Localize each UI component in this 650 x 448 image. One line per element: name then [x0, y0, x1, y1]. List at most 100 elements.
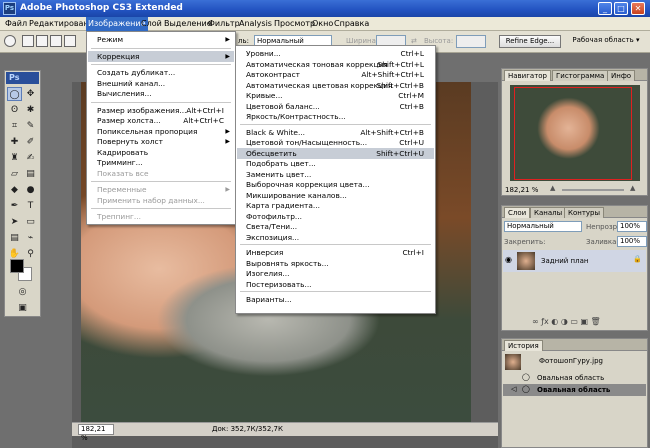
minimize-button[interactable]: _: [598, 2, 612, 15]
type-tool-icon[interactable]: T: [23, 199, 38, 213]
magic-wand-tool-icon[interactable]: ✱: [23, 103, 38, 117]
lasso-tool-icon[interactable]: ʘ: [7, 103, 22, 117]
correction-menu-item[interactable]: Выборочная коррекция цвета...: [237, 179, 434, 190]
menu-analysis[interactable]: Analysis: [237, 17, 274, 31]
correction-menu-item[interactable]: Цветовой тон/Насыщенность... Ctrl+U: [237, 137, 434, 148]
screen-mode-icon[interactable]: ▣: [15, 301, 30, 315]
notes-tool-icon[interactable]: ▤: [7, 231, 22, 245]
image-menu-item[interactable]: Внешний канал...: [88, 78, 234, 89]
correction-menu-item[interactable]: Уровни... Ctrl+L: [237, 48, 434, 59]
correction-menu-item[interactable]: Выровнять яркость...: [237, 258, 434, 269]
correction-menu-item-shortcut: Alt+Shift+Ctrl+L: [361, 70, 424, 79]
eyedropper-tool-icon[interactable]: ⌁: [23, 231, 38, 245]
workspace-button[interactable]: Рабочая область ▾: [571, 35, 641, 48]
history-snapshot[interactable]: ФотошопГуру.jpg: [503, 353, 646, 371]
clone-stamp-icon[interactable]: ♜: [7, 151, 22, 165]
menu-layer[interactable]: Слой: [139, 17, 164, 31]
correction-menu-item[interactable]: Яркость/Контрастность...: [237, 111, 434, 122]
tab-info[interactable]: Инфо: [607, 70, 636, 81]
opacity-input[interactable]: 100%: [617, 221, 647, 232]
correction-menu-item[interactable]: Кривые... Ctrl+M: [237, 90, 434, 101]
image-menu-item[interactable]: Размер холста... Alt+Ctrl+C: [88, 115, 234, 126]
fill-input[interactable]: 100%: [617, 236, 647, 247]
blur-tool-icon[interactable]: ◆: [7, 183, 22, 197]
zoom-out-icon[interactable]: ▲: [550, 184, 555, 192]
swap-icon[interactable]: ⇄: [411, 37, 417, 45]
layers-bottom-icons[interactable]: ∞ ƒx ◐ ◑ ▭ ▣ 🗑: [532, 317, 601, 326]
navigator-zoom-slider[interactable]: [562, 189, 624, 191]
blend-mode-select[interactable]: Нормальный: [504, 221, 582, 232]
history-brush-icon[interactable]: ✍: [23, 151, 38, 165]
restore-button[interactable]: □: [614, 2, 628, 15]
intersect-selection-icon[interactable]: [64, 35, 76, 47]
tab-paths[interactable]: Контуры: [564, 207, 605, 218]
image-menu-item[interactable]: Коррекция ▶: [88, 50, 234, 62]
dodge-tool-icon[interactable]: ●: [23, 183, 38, 197]
correction-menu-item[interactable]: Экспозиция...: [237, 232, 434, 243]
image-menu-item[interactable]: Тримминг...: [88, 157, 234, 168]
slice-tool-icon[interactable]: ✎: [23, 119, 38, 133]
image-menu-item[interactable]: Попиксельная пропорция ▶: [88, 126, 234, 137]
image-menu-item[interactable]: Размер изображения... Alt+Ctrl+I: [88, 105, 234, 116]
ellipse-marquee-tool-icon[interactable]: ◯: [7, 87, 22, 101]
add-selection-icon[interactable]: [36, 35, 48, 47]
shape-tool-icon[interactable]: ▭: [23, 215, 38, 229]
navigator-thumbnail[interactable]: [510, 85, 640, 181]
crop-tool-icon[interactable]: ⌗: [7, 119, 22, 133]
menu-help[interactable]: Справка: [332, 17, 371, 31]
refine-edge-button[interactable]: Refine Edge...: [499, 35, 561, 48]
quick-mask-icon[interactable]: ◎: [15, 285, 30, 299]
path-select-icon[interactable]: ➤: [7, 215, 22, 229]
eye-icon[interactable]: ◉: [505, 255, 512, 264]
foreground-color-swatch[interactable]: [10, 259, 24, 273]
ellipse-marquee-icon[interactable]: [4, 35, 16, 47]
correction-menu-item[interactable]: Цветовой баланс... Ctrl+B: [237, 101, 434, 112]
healing-brush-icon[interactable]: ✚: [7, 135, 22, 149]
height-input[interactable]: [456, 35, 486, 48]
correction-menu-item[interactable]: Карта градиента...: [237, 200, 434, 211]
history-state-2[interactable]: ◁ ◯ Овальная область: [503, 384, 646, 396]
document-zoom-field[interactable]: 182,21 %: [78, 424, 114, 442]
subtract-selection-icon[interactable]: [50, 35, 62, 47]
image-menu-item[interactable]: Создать дубликат...: [88, 67, 234, 78]
tab-navigator[interactable]: Навигатор: [504, 70, 551, 81]
tab-history[interactable]: История: [504, 340, 543, 351]
correction-menu-item[interactable]: Black & White... Alt+Shift+Ctrl+B: [237, 127, 434, 138]
correction-menu-item[interactable]: Света/Тени...: [237, 221, 434, 232]
correction-menu-item[interactable]: Постеризовать...: [237, 279, 434, 290]
menu-separator: [91, 47, 231, 49]
image-menu-item[interactable]: Повернуть холст ▶: [88, 136, 234, 147]
correction-menu-item[interactable]: Автоматическая тоновая коррекция Shift+Ct…: [237, 59, 434, 70]
correction-menu-item[interactable]: Инверсия Ctrl+I: [237, 247, 434, 258]
image-menu-item[interactable]: Кадрировать: [88, 147, 234, 158]
correction-menu-item[interactable]: Фотофильтр...: [237, 211, 434, 222]
correction-menu-item[interactable]: Автоконтраст Alt+Shift+Ctrl+L: [237, 69, 434, 80]
correction-menu-item[interactable]: Заменить цвет...: [237, 169, 434, 180]
tab-channels[interactable]: Каналы: [530, 207, 567, 218]
menu-file[interactable]: Файл: [3, 17, 29, 31]
ellipse-icon: ◯: [522, 373, 530, 381]
tab-histogram[interactable]: Гистограмма: [552, 70, 609, 81]
brush-tool-icon[interactable]: ✐: [23, 135, 38, 149]
tab-layers[interactable]: Слои: [504, 207, 531, 218]
eraser-tool-icon[interactable]: ▱: [7, 167, 22, 181]
image-menu-item[interactable]: Режим ▶: [88, 34, 234, 45]
zoom-tool-icon[interactable]: ⚲: [23, 247, 38, 261]
layers-tabs: Слои Каналы Контуры: [502, 206, 647, 218]
move-tool-icon[interactable]: ✥: [23, 87, 38, 101]
new-selection-icon[interactable]: [22, 35, 34, 47]
pen-tool-icon[interactable]: ✒: [7, 199, 22, 213]
correction-menu-item[interactable]: Подобрать цвет...: [237, 158, 434, 169]
zoom-in-icon[interactable]: ▲: [630, 184, 635, 192]
close-button[interactable]: ✕: [631, 2, 645, 15]
correction-menu-item[interactable]: Микширование каналов...: [237, 190, 434, 201]
correction-menu-item[interactable]: Обесцветить Shift+Ctrl+U: [237, 147, 434, 159]
image-menu-item[interactable]: Вычисления...: [88, 88, 234, 99]
correction-menu-item[interactable]: Изогелия...: [237, 268, 434, 279]
history-state-1[interactable]: ◯ Овальная область: [503, 372, 646, 383]
layer-row[interactable]: ◉ Задний план 🔒: [503, 250, 646, 272]
gradient-tool-icon[interactable]: ▤: [23, 167, 38, 181]
correction-menu-item[interactable]: Автоматическая цветовая коррекция Shift+C…: [237, 80, 434, 91]
navigator-view-box[interactable]: [514, 87, 632, 180]
correction-menu-item[interactable]: Варианты...: [237, 294, 434, 305]
